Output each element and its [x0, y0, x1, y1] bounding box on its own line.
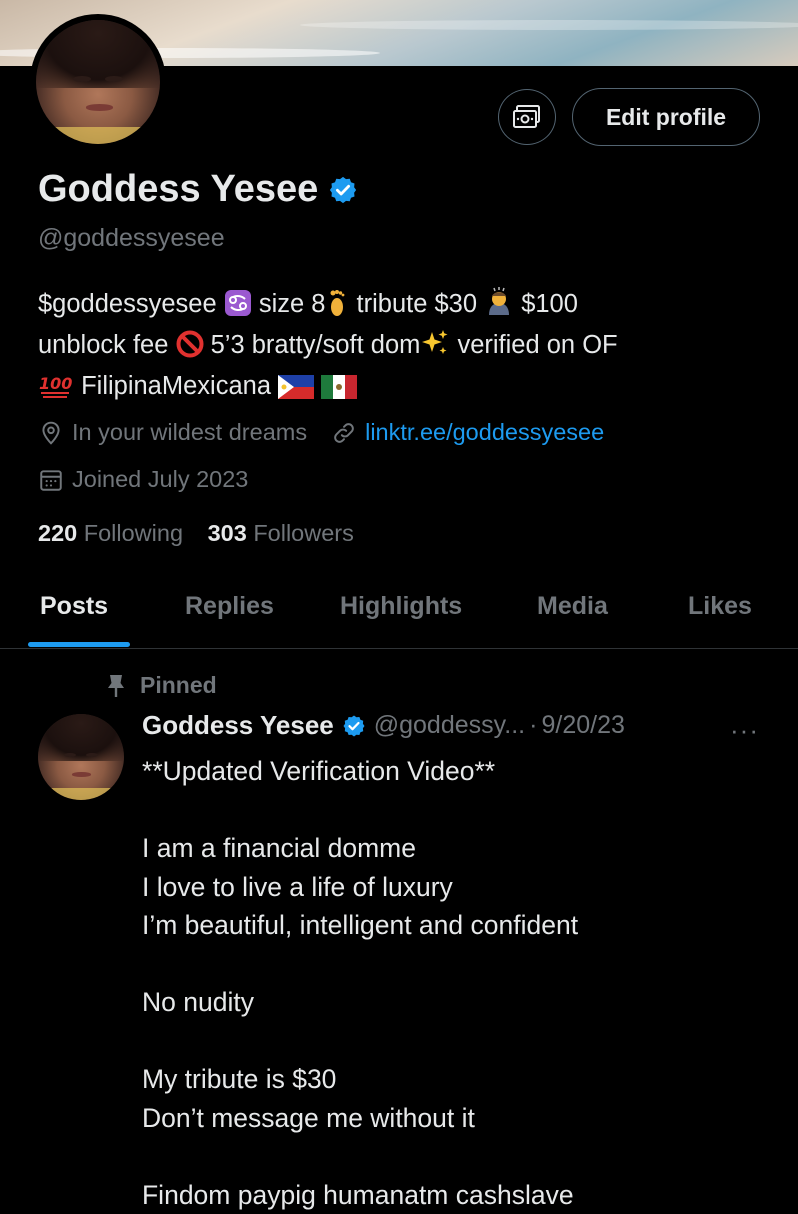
post-author-name[interactable]: Goddess Yesee — [142, 710, 334, 741]
prohibited-icon — [176, 330, 204, 358]
pinned-indicator: Pinned — [106, 672, 217, 699]
following-link[interactable]: 220 Following — [38, 520, 183, 546]
post-more-button[interactable]: ··· — [730, 715, 759, 746]
money-icon — [513, 104, 541, 130]
tab-highlights[interactable]: Highlights — [340, 592, 462, 621]
post-line: Findom paypig humanatm cashslave — [142, 1176, 782, 1214]
post-line: No nudity — [142, 983, 782, 1022]
tip-jar-button[interactable] — [498, 89, 556, 145]
tab-posts[interactable]: Posts — [40, 592, 108, 621]
pinned-label: Pinned — [140, 672, 217, 699]
post-line: **Updated Verification Video** — [142, 752, 782, 791]
philippines-flag-icon — [278, 375, 314, 399]
svg-text:100: 100 — [39, 374, 72, 393]
profile-name: Goddess Yesee — [38, 168, 358, 211]
post-line: I love to live a life of luxury — [142, 868, 782, 907]
profile-avatar[interactable] — [30, 14, 166, 150]
profile-meta-location: In your wildest dreams linktr.ee/goddess… — [38, 419, 604, 446]
post-header: Goddess Yesee @goddessy... · 9/20/23 — [142, 710, 625, 741]
post-author-handle[interactable]: @goddessy... — [374, 711, 525, 740]
profile-bio: $goddessyesee size 8 tribute $30 $100 un… — [38, 284, 768, 407]
website-link[interactable]: linktr.ee/goddessyesee — [365, 419, 604, 446]
pin-icon — [106, 674, 126, 698]
link-icon — [331, 420, 357, 446]
location-text: In your wildest dreams — [72, 419, 307, 446]
verified-badge-icon[interactable] — [328, 175, 358, 205]
mexico-flag-icon — [321, 375, 357, 399]
post-separator: · — [529, 711, 537, 740]
post-author-avatar[interactable] — [38, 714, 124, 800]
location-pin-icon — [38, 420, 64, 446]
post-line: My tribute is $30 — [142, 1060, 782, 1099]
profile-stats: 220 Following 303 Followers — [38, 520, 354, 547]
following-count: 220 — [38, 520, 77, 546]
hundred-points-icon: 100 — [38, 371, 74, 399]
profile-tabs: Posts Replies Highlights Media Likes — [0, 580, 798, 649]
profile-meta-joined: Joined July 2023 — [38, 466, 248, 493]
bowing-person-icon — [484, 287, 514, 317]
followers-count: 303 — [208, 520, 247, 546]
post-date[interactable]: 9/20/23 — [541, 711, 624, 740]
display-name: Goddess Yesee — [38, 168, 318, 211]
edit-profile-button[interactable]: Edit profile — [572, 88, 760, 146]
joined-text: Joined July 2023 — [72, 466, 248, 493]
tab-likes[interactable]: Likes — [688, 592, 752, 621]
tab-replies[interactable]: Replies — [185, 592, 274, 621]
post-line: I am a financial domme — [142, 829, 782, 868]
post-body: **Updated Verification Video** I am a fi… — [142, 752, 782, 1214]
active-tab-indicator — [28, 642, 130, 647]
post-line: I’m beautiful, intelligent and confident — [142, 906, 782, 945]
profile-handle: @goddessyesee — [38, 224, 225, 253]
cancer-zodiac-icon — [224, 289, 252, 317]
foot-icon — [325, 287, 349, 317]
followers-label: Followers — [253, 520, 354, 546]
banner-wave — [300, 20, 798, 30]
calendar-icon — [38, 467, 64, 493]
sparkles-icon — [420, 328, 450, 358]
verified-badge-icon[interactable] — [342, 714, 366, 738]
post-line: Don’t message me without it — [142, 1099, 782, 1138]
followers-link[interactable]: 303 Followers — [208, 520, 354, 546]
following-label: Following — [84, 520, 183, 546]
tab-media[interactable]: Media — [537, 592, 608, 621]
